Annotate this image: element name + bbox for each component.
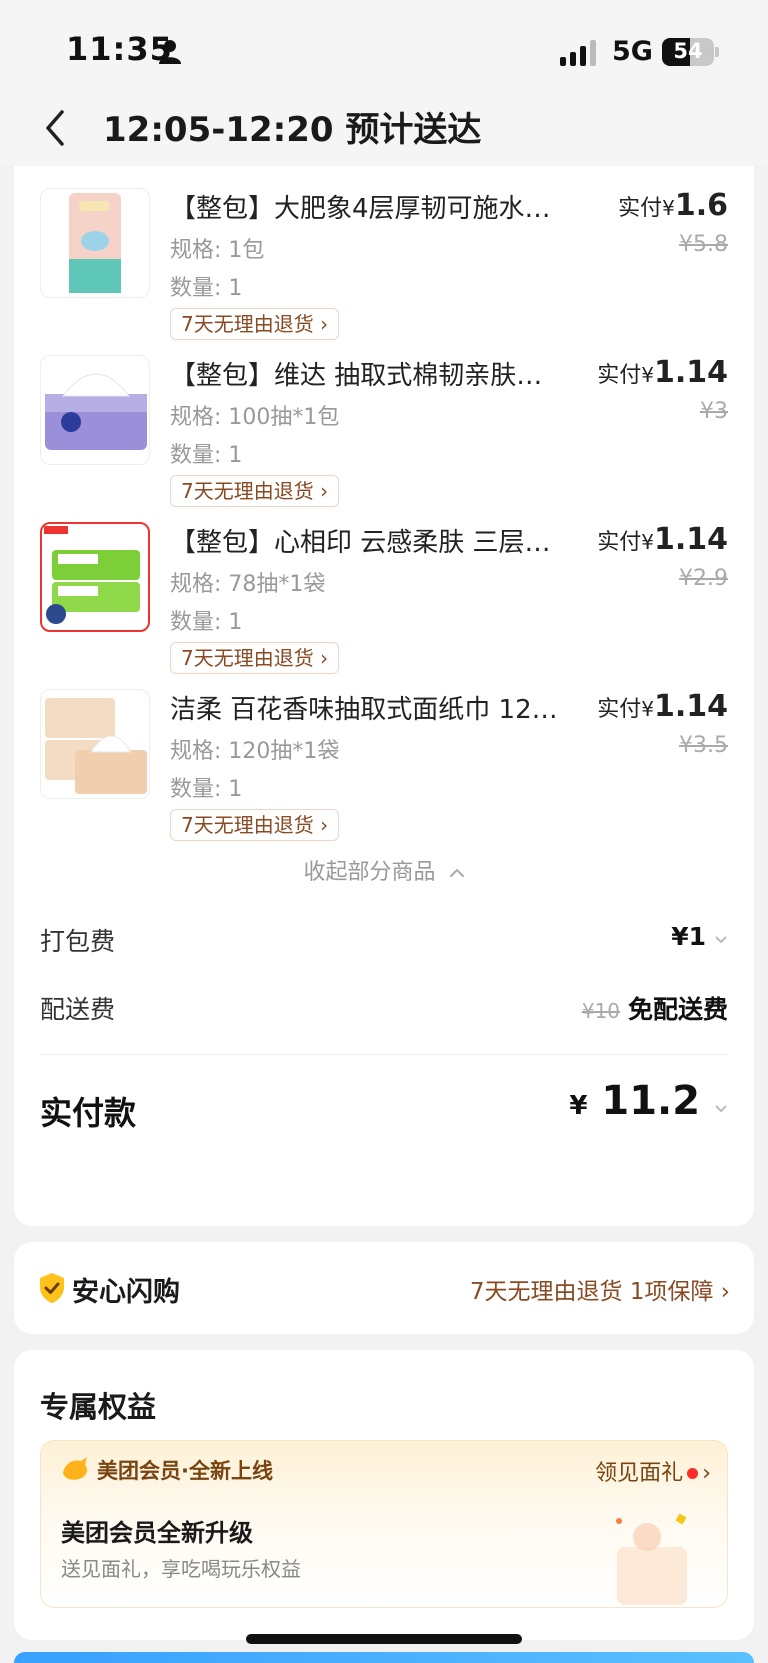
product-spec: 规格: 78抽*1袋	[170, 572, 326, 597]
gift-box-icon	[616, 1513, 687, 1605]
battery-icon: 54	[662, 38, 719, 66]
product-thumbnail[interactable]	[40, 188, 150, 298]
collapse-label: 收起部分商品	[303, 860, 436, 885]
product-quantity: 数量: 1	[170, 610, 243, 635]
page-title: 12:05-12:20 预计送达	[103, 110, 482, 150]
product-title: 【整包】心相印 云感柔肤 三层…	[170, 528, 551, 558]
currency-symbol: ¥	[641, 697, 654, 721]
product-title: 【整包】大肥象4层厚韧可施水…	[170, 194, 551, 224]
packing-fee-label: 打包费	[40, 927, 116, 956]
red-dot-badge	[687, 1467, 699, 1479]
packing-fee-row[interactable]: 打包费 ¥1	[40, 922, 728, 962]
original-price: ¥5.8	[679, 232, 728, 257]
product-quantity: 数量: 1	[170, 777, 243, 802]
collapse-items-button[interactable]: 收起部分商品	[14, 854, 754, 886]
chevron-down-icon	[715, 936, 727, 944]
product-title: 洁柔 百花香味抽取式面纸巾 12…	[170, 695, 558, 725]
total-amount[interactable]: ¥ 11.2	[569, 1078, 728, 1124]
status-bar: 11:35 5G 54	[0, 0, 768, 92]
total-value: 11.2	[601, 1078, 701, 1124]
paid-price: 实付¥1.6	[618, 188, 728, 223]
paid-amount: 1.14	[653, 522, 728, 557]
product-quantity: 数量: 1	[170, 276, 243, 301]
signal-icon	[560, 40, 596, 66]
product-title: 【整包】维达 抽取式棉韧亲肤…	[170, 361, 543, 391]
product-spec: 规格: 120抽*1袋	[170, 739, 340, 764]
member-description: 送见面礼，享吃喝玩乐权益	[61, 1557, 301, 1581]
claim-gift-link[interactable]: 领见面礼 ›	[595, 1455, 711, 1487]
person-icon	[159, 40, 181, 64]
paid-amount: 1.6	[674, 188, 728, 223]
paid-label: 实付	[597, 363, 642, 388]
battery-percent: 54	[673, 39, 703, 63]
product-item[interactable]: 洁柔 百花香味抽取式面纸巾 12… 规格: 120抽*1袋 数量: 1 7天无理…	[14, 667, 754, 841]
paid-price: 实付¥1.14	[597, 689, 728, 724]
delivery-fee-value: ¥10 免配送费	[582, 990, 728, 1026]
paid-label: 实付	[597, 697, 642, 722]
paid-amount: 1.14	[653, 689, 728, 724]
shield-icon	[40, 1273, 64, 1303]
currency-symbol: ¥	[641, 530, 654, 554]
packing-fee-value: ¥1	[671, 922, 728, 951]
product-item[interactable]: 【整包】维达 抽取式棉韧亲肤… 规格: 100抽*1包 数量: 1 7天无理由退…	[14, 333, 754, 507]
chevron-up-icon	[449, 868, 464, 877]
divider	[40, 1054, 728, 1055]
kangaroo-logo-icon	[63, 1457, 87, 1480]
paid-price: 实付¥1.14	[597, 355, 728, 390]
currency-symbol: ¥	[569, 1091, 588, 1121]
paid-label: 实付	[618, 196, 663, 221]
original-price: ¥3	[700, 399, 728, 424]
product-item[interactable]: 【整包】大肥象4层厚韧可施水… 规格: 1包 数量: 1 7天无理由退货 › 实…	[14, 166, 754, 340]
delivery-fee-label: 配送费	[40, 995, 116, 1024]
guarantee-text: 7天无理由退货 1项保障	[469, 1279, 714, 1305]
back-icon[interactable]	[40, 106, 70, 150]
safe-purchase-card[interactable]: 安心闪购 7天无理由退货 1项保障 ›	[14, 1242, 754, 1334]
product-item[interactable]: 【整包】心相印 云感柔肤 三层… 规格: 78抽*1袋 数量: 1 7天无理由退…	[14, 500, 754, 674]
network-label: 5G	[612, 36, 653, 67]
return-tag-label: 7天无理由退货	[181, 813, 314, 837]
packing-fee-amount: ¥1	[671, 922, 707, 951]
bottom-action-bar[interactable]	[14, 1652, 754, 1663]
original-price: ¥2.9	[679, 566, 728, 591]
paid-price: 实付¥1.14	[597, 522, 728, 557]
product-spec: 规格: 1包	[170, 238, 265, 263]
total-label: 实付款	[40, 1094, 137, 1132]
member-title: 美团会员全新升级	[61, 1519, 253, 1547]
gift-link-label: 领见面礼	[595, 1461, 684, 1486]
safe-purchase-title: 安心闪购	[72, 1277, 180, 1308]
benefits-heading: 专属权益	[40, 1390, 157, 1424]
header: 12:05-12:20 预计送达	[0, 92, 768, 166]
member-tag: 美团会员·全新上线	[97, 1459, 273, 1483]
currency-symbol: ¥	[662, 196, 675, 220]
paid-label: 实付	[597, 530, 642, 555]
currency-symbol: ¥	[641, 363, 654, 387]
product-spec: 规格: 100抽*1包	[170, 405, 340, 430]
product-thumbnail[interactable]	[40, 689, 150, 799]
return-policy-tag[interactable]: 7天无理由退货 ›	[170, 809, 340, 841]
original-price: ¥3.5	[679, 733, 728, 758]
benefits-card: 专属权益 美团会员·全新上线 领见面礼 › 美团会员全新升级 送见面礼，享吃喝玩乐…	[14, 1350, 754, 1640]
product-thumbnail[interactable]	[40, 355, 150, 465]
delivery-fee-row: 配送费 ¥10 免配送费	[40, 990, 728, 1030]
paid-amount: 1.14	[653, 355, 728, 390]
guarantee-link[interactable]: 7天无理由退货 1项保障 ›	[470, 1272, 730, 1306]
product-thumbnail[interactable]	[40, 522, 150, 632]
delivery-original-fee: ¥10	[581, 999, 621, 1023]
home-indicator	[246, 1634, 522, 1644]
product-quantity: 数量: 1	[170, 443, 243, 468]
free-delivery-label: 免配送费	[627, 995, 728, 1024]
chevron-down-icon	[715, 1105, 727, 1113]
membership-banner[interactable]: 美团会员·全新上线 领见面礼 › 美团会员全新升级 送见面礼，享吃喝玩乐权益	[40, 1440, 728, 1608]
order-card: 【整包】大肥象4层厚韧可施水… 规格: 1包 数量: 1 7天无理由退货 › 实…	[14, 166, 754, 1226]
